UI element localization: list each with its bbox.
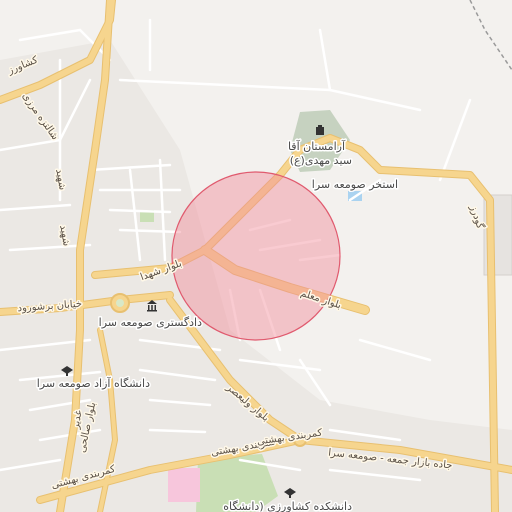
roundabout-west-center bbox=[116, 299, 124, 307]
courthouse-label: دادگستری صومعه سرا bbox=[99, 316, 202, 329]
cemetery-label: آرامستان آقا bbox=[288, 139, 346, 153]
map-canvas[interactable]: آرامستان آقا سید مهدی(ع) استخر صومعه سرا… bbox=[0, 0, 512, 512]
highlight-circle bbox=[171, 171, 341, 341]
pink-area bbox=[168, 468, 200, 502]
pool-label: استخر صومعه سرا bbox=[312, 178, 398, 191]
cemetery-label-line2: سید مهدی(ع) bbox=[290, 154, 352, 167]
agri-college-label: دانشکده کشاورزی (دانشگاه bbox=[223, 500, 352, 512]
azad-university-label: دانشگاه آزاد صومعه سرا bbox=[37, 376, 150, 390]
